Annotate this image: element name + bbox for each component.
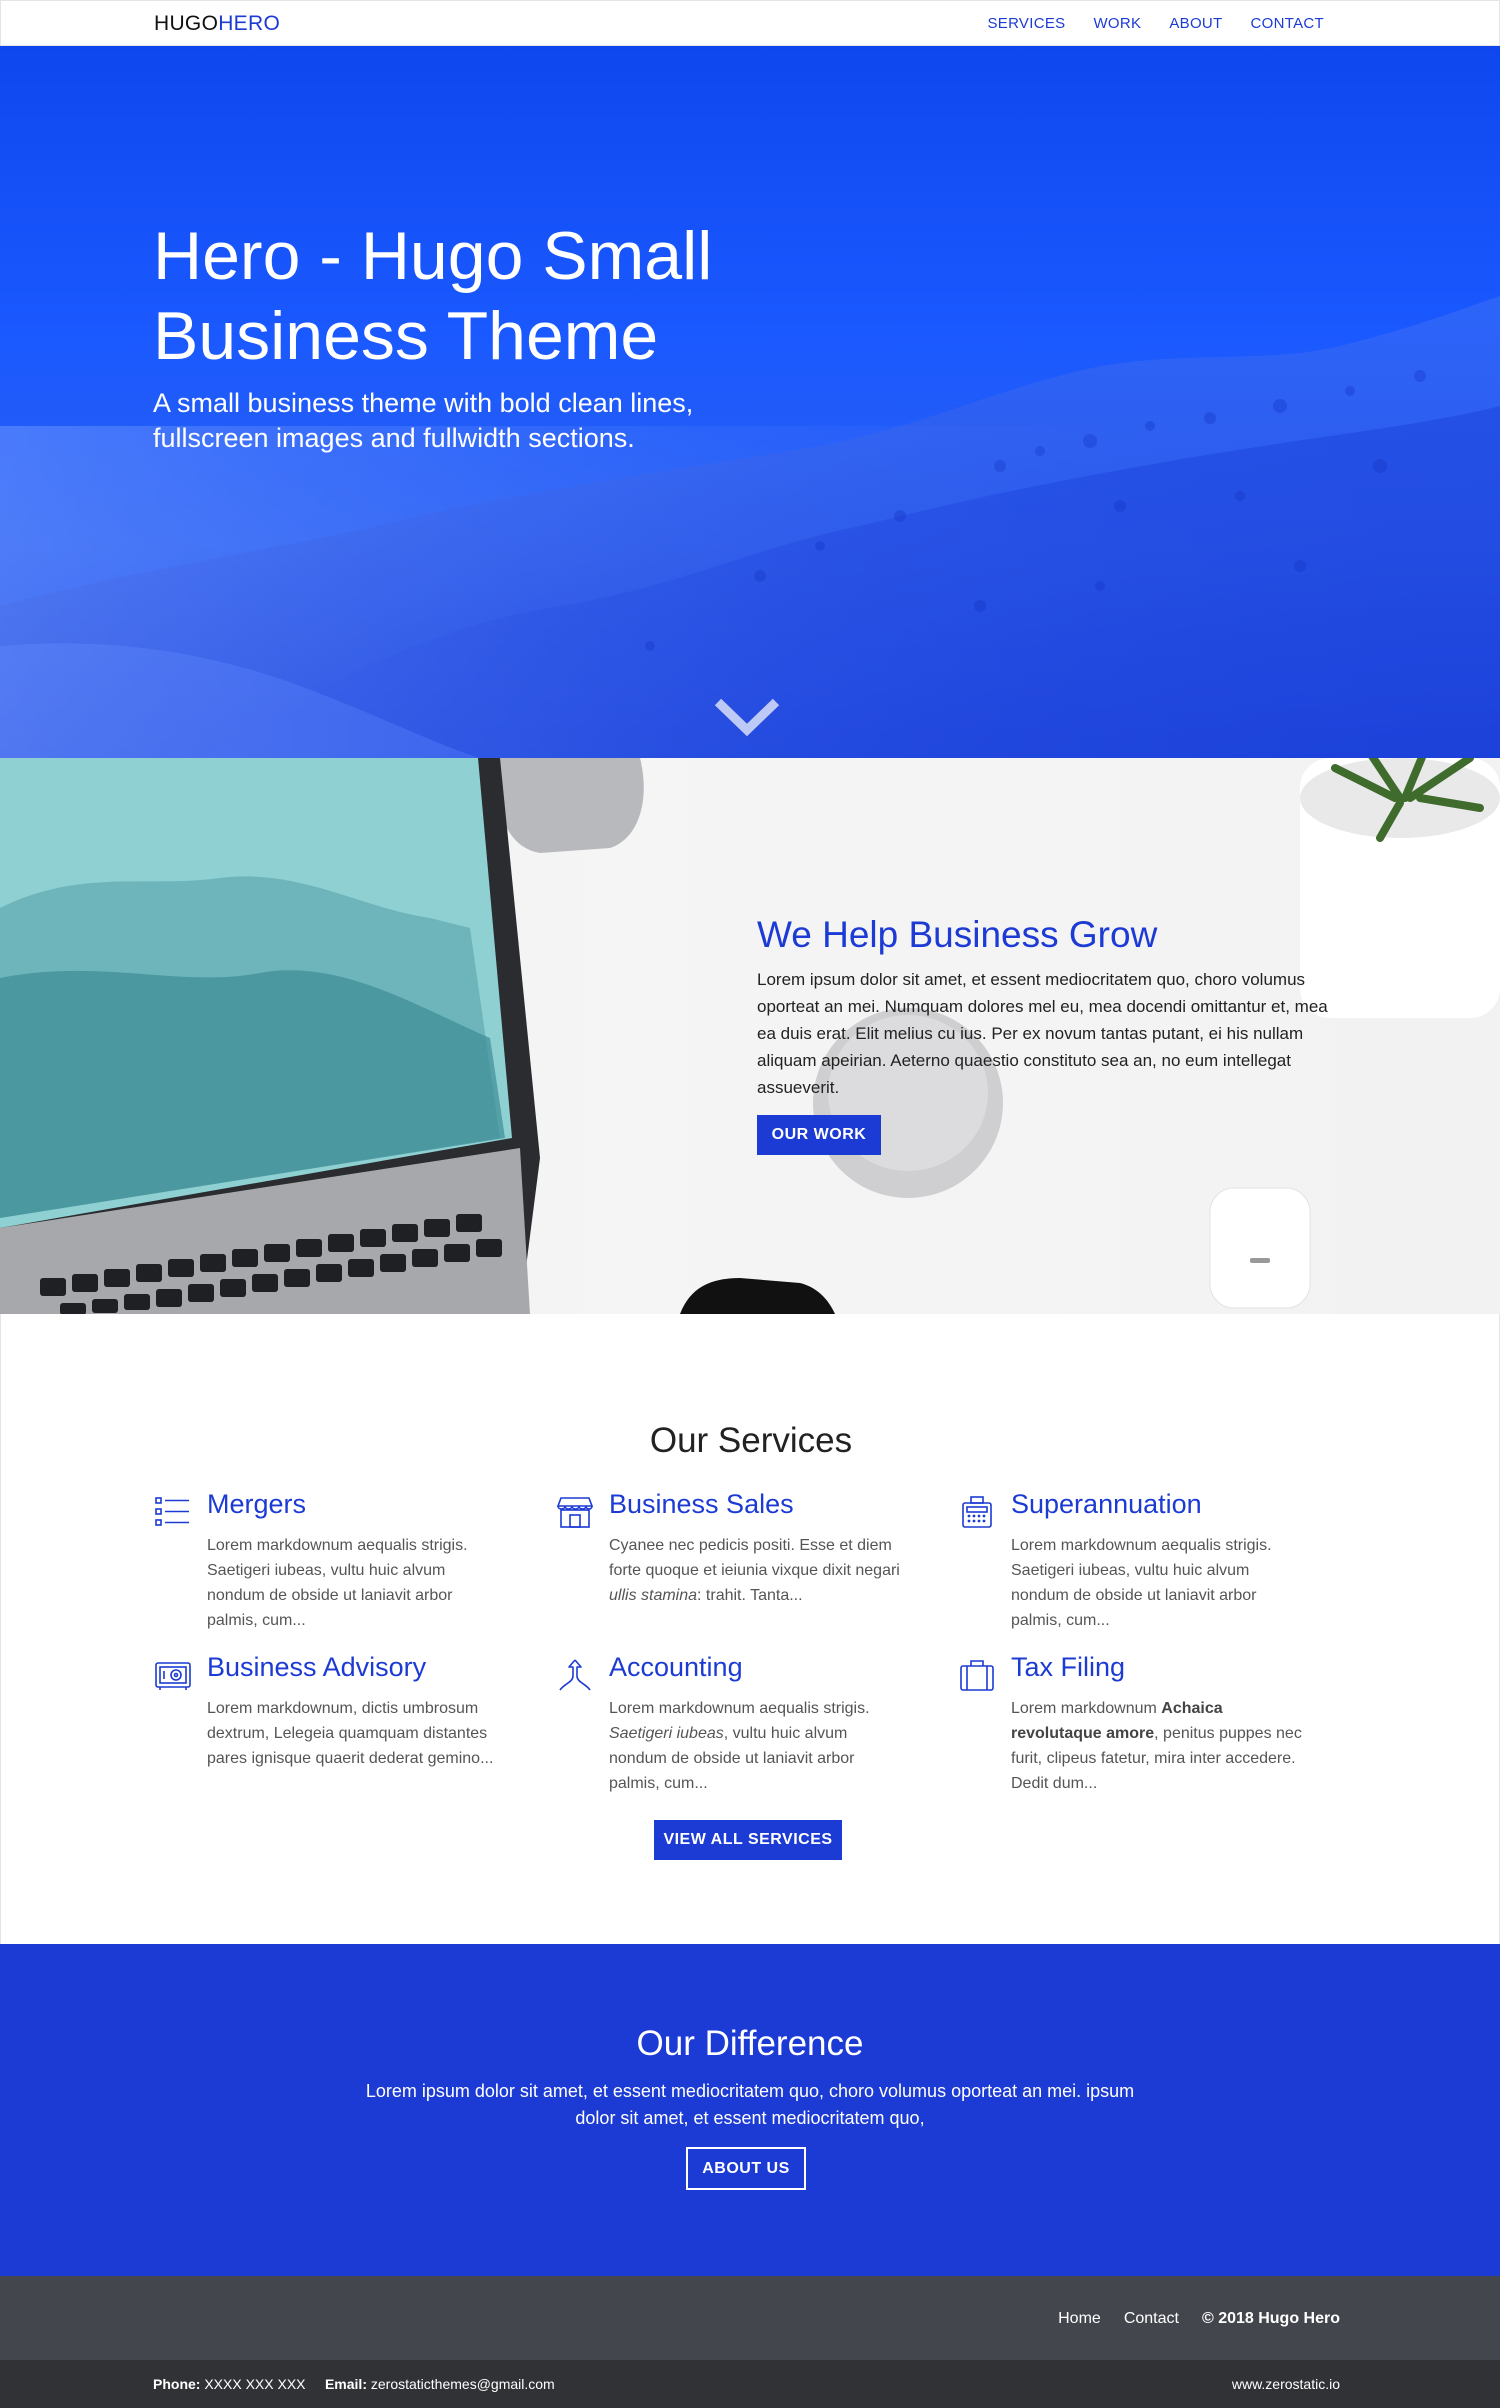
- nav-services[interactable]: SERVICES: [987, 15, 1065, 32]
- service-title[interactable]: Superannuation: [1011, 1489, 1202, 1520]
- nav-about[interactable]: ABOUT: [1169, 15, 1222, 32]
- footer-links: Home Contact © 2018 Hugo Hero: [1058, 2310, 1340, 2328]
- hero-title: Hero - Hugo Small Business Theme: [153, 218, 713, 374]
- view-all-services-button[interactable]: VIEW ALL SERVICES: [654, 1820, 842, 1860]
- cash-register-icon: [962, 1496, 992, 1528]
- service-text-emphasis: Saetigeri iubeas: [609, 1725, 724, 1742]
- storefront-icon: [556, 1497, 594, 1528]
- difference-section: Our Difference Lorem ipsum dolor sit ame…: [0, 1944, 1500, 2276]
- chevron-down-icon[interactable]: [712, 696, 782, 740]
- our-work-button[interactable]: OUR WORK: [757, 1115, 881, 1155]
- grow-text: Lorem ipsum dolor sit amet, et essent me…: [757, 970, 1328, 1097]
- merge-arrows-icon: [559, 1659, 591, 1691]
- about-us-button[interactable]: ABOUT US: [686, 2147, 806, 2190]
- site-footer: Home Contact © 2018 Hugo Hero: [0, 2276, 1500, 2360]
- safe-icon: [155, 1662, 191, 1690]
- nav-work[interactable]: WORK: [1093, 15, 1141, 32]
- service-text-part: Lorem markdownum: [1011, 1700, 1162, 1717]
- services-title: Our Services: [649, 1421, 853, 1460]
- service-description: Lorem markdownum Achaica revolutaque amo…: [1011, 1696, 1311, 1796]
- main-nav: SERVICES WORK ABOUT CONTACT: [987, 15, 1324, 32]
- sub-footer: Phone: XXXX XXX XXX Email: zerostaticthe…: [0, 2360, 1500, 2408]
- phone-label: Phone:: [153, 2376, 201, 2392]
- site-url-link[interactable]: www.zerostatic.io: [1232, 2376, 1340, 2392]
- service-description: Lorem markdownum aequalis strigis. Saeti…: [1011, 1537, 1272, 1629]
- service-text-part: : trahit. Tanta...: [697, 1587, 803, 1604]
- grow-title: We Help Business Grow: [757, 914, 1158, 955]
- hero-section: Hero - Hugo Small Business Theme A small…: [0, 46, 1500, 758]
- service-title[interactable]: Mergers: [207, 1489, 306, 1520]
- difference-text: Lorem ipsum dolor sit amet, et essent me…: [365, 2081, 1135, 2128]
- logo-part-1: HUGO: [154, 12, 219, 35]
- service-text-part: Cyanee nec pedicis positi. Esse et diem …: [609, 1537, 900, 1579]
- business-grow-section: We Help Business Grow Lorem ipsum dolor …: [0, 758, 1500, 1314]
- copyright: © 2018 Hugo Hero: [1201, 2310, 1340, 2327]
- service-title[interactable]: Business Advisory: [207, 1652, 426, 1683]
- service-title[interactable]: Tax Filing: [1011, 1652, 1125, 1683]
- footer-link-home[interactable]: Home: [1058, 2310, 1101, 2328]
- footer-link-contact[interactable]: Contact: [1124, 2310, 1179, 2328]
- service-text-part: Lorem markdownum aequalis strigis.: [609, 1700, 870, 1717]
- service-description: Cyanee nec pedicis positi. Esse et diem …: [609, 1533, 909, 1608]
- service-title[interactable]: Accounting: [609, 1652, 743, 1683]
- site-logo[interactable]: HUGOHERO: [154, 12, 280, 36]
- difference-title: Our Difference: [636, 2024, 864, 2063]
- email-label: Email:: [324, 2376, 367, 2392]
- service-description: Lorem markdownum aequalis strigis. Saeti…: [207, 1537, 468, 1629]
- services-section: Our Services Mergers Lorem markdownum ae…: [0, 1314, 1500, 1944]
- phone-number[interactable]: XXXX XXX XXX: [204, 2376, 305, 2392]
- service-text-emphasis: ullis stamina: [609, 1587, 698, 1604]
- logo-part-2: HERO: [218, 12, 281, 35]
- nav-contact[interactable]: CONTACT: [1251, 15, 1324, 32]
- service-description: Lorem markdownum aequalis strigis. Saeti…: [609, 1696, 909, 1796]
- contact-info: Phone: XXXX XXX XXX Email: zerostaticthe…: [153, 2376, 555, 2392]
- service-description: Lorem markdownum, dictis umbrosum dextru…: [207, 1700, 494, 1767]
- hero-subtitle: A small business theme with bold clean l…: [153, 388, 694, 453]
- service-title[interactable]: Business Sales: [609, 1489, 794, 1520]
- checklist-icon: [155, 1497, 189, 1526]
- briefcase-icon: [960, 1660, 994, 1691]
- site-header: HUGOHERO SERVICES WORK ABOUT CONTACT: [0, 0, 1500, 46]
- email-address[interactable]: zerostaticthemes@gmail.com: [371, 2376, 555, 2392]
